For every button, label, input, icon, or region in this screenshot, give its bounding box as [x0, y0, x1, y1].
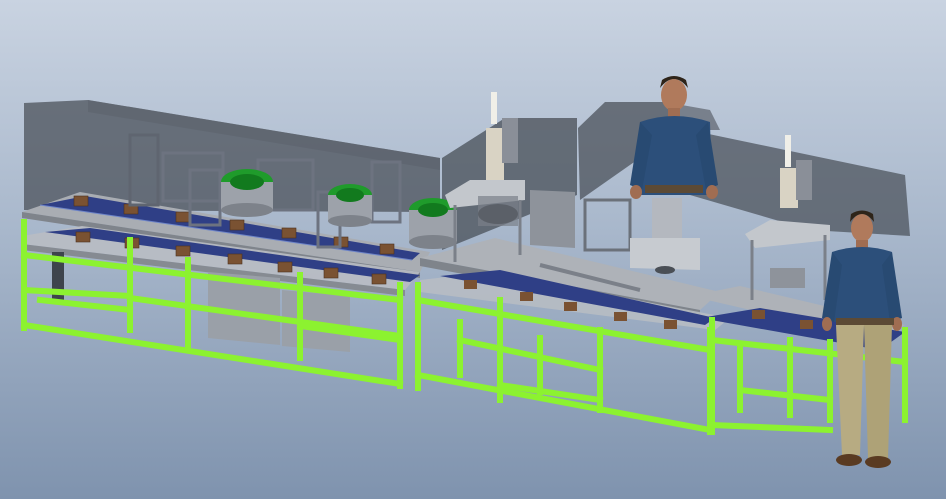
- cad-viewport[interactable]: [0, 0, 946, 499]
- assembly-line-scene: [20, 76, 910, 468]
- operator-figure-back: [630, 76, 718, 199]
